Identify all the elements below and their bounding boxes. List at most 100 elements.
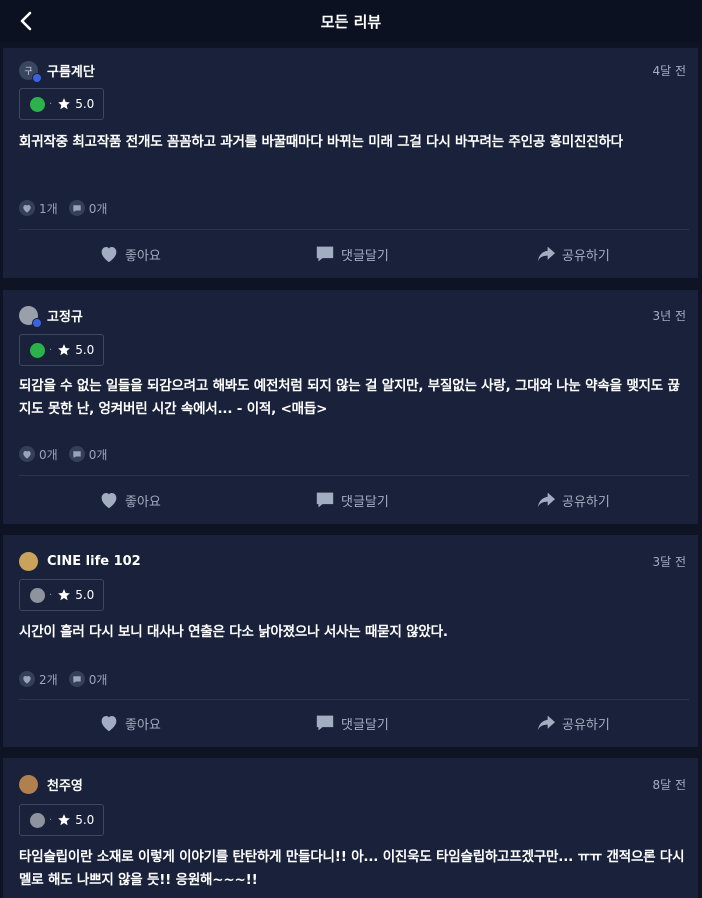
timestamp: 3달 전 bbox=[652, 554, 686, 569]
divider bbox=[19, 229, 689, 230]
like-count-label: 0개 bbox=[39, 447, 58, 462]
share-arrow-icon bbox=[537, 246, 555, 262]
heart-icon bbox=[19, 446, 35, 462]
like-button-label: 좋아요 bbox=[125, 717, 161, 733]
share-button-label: 공유하기 bbox=[562, 494, 610, 510]
review-text: 시간이 흘러 다시 보니 대사나 연출은 다소 낡아졌으나 서사는 때묻지 않았… bbox=[19, 624, 448, 640]
rating-badge: · 5.0 bbox=[19, 579, 105, 611]
star-icon bbox=[58, 98, 71, 110]
separator-dot: · bbox=[49, 589, 53, 601]
rating-status-dot-icon bbox=[30, 812, 45, 828]
rating-badge: · 5.0 bbox=[19, 334, 105, 366]
share-arrow-icon bbox=[537, 715, 555, 731]
rating-score: 5.0 bbox=[75, 813, 95, 827]
separator-dot: · bbox=[49, 344, 53, 356]
comment-count-label: 0개 bbox=[88, 201, 108, 216]
avatar[interactable]: 구 bbox=[19, 60, 42, 83]
action-bar: 좋아요 댓글달기 공유하기 bbox=[3, 239, 698, 269]
username[interactable]: 구름계단 bbox=[47, 61, 95, 80]
chevron-left-icon bbox=[20, 11, 32, 31]
review-card: 구 구름계단 4달 전 · 5.0 회귀작중 최고작품 전개도 꼼꼼하고 과거를… bbox=[3, 48, 698, 278]
like-button[interactable]: 좋아요 bbox=[99, 708, 161, 738]
timestamp: 8달 전 bbox=[652, 777, 686, 792]
rating-status-dot-icon bbox=[30, 587, 45, 603]
like-count: 1개 bbox=[19, 200, 58, 217]
username[interactable]: CINE life 102 bbox=[47, 554, 141, 569]
action-bar: 좋아요 댓글달기 공유하기 bbox=[3, 708, 698, 738]
separator-dot: · bbox=[49, 98, 53, 110]
review-card: 고정규 3년 전 · 5.0 되감을 수 없는 일들을 되감으려고 해봐도 예전… bbox=[3, 290, 698, 524]
page-title: 모든 리뷰 bbox=[320, 12, 382, 31]
review-stats: 1개 0개 bbox=[19, 200, 118, 216]
review-text: 타임슬립이란 소재로 이렇게 이야기를 탄탄하게 만들다니!! 아... 이진욱… bbox=[19, 849, 685, 888]
heart-icon bbox=[19, 200, 35, 216]
back-button[interactable] bbox=[14, 8, 38, 34]
share-button-label: 공유하기 bbox=[562, 248, 610, 264]
verified-badge-icon bbox=[32, 317, 42, 328]
username[interactable]: 고정규 bbox=[47, 306, 83, 325]
like-button[interactable]: 좋아요 bbox=[99, 239, 161, 269]
avatar[interactable] bbox=[19, 551, 38, 571]
divider bbox=[19, 699, 689, 700]
comment-button-label: 댓글달기 bbox=[341, 494, 389, 510]
share-arrow-icon bbox=[537, 492, 555, 508]
action-bar: 좋아요 댓글달기 공유하기 bbox=[3, 485, 698, 515]
avatar-initial: 구 bbox=[24, 66, 33, 77]
review-card: 천주영 8달 전 · 5.0 타임슬립이란 소재로 이렇게 이야기를 탄탄하게 … bbox=[3, 758, 698, 898]
share-button[interactable]: 공유하기 bbox=[536, 485, 610, 515]
avatar[interactable] bbox=[19, 305, 42, 328]
like-count-label: 2개 bbox=[39, 672, 58, 687]
comment-count: 0개 bbox=[68, 200, 108, 217]
comment-icon bbox=[68, 446, 85, 462]
comment-count: 0개 bbox=[68, 671, 108, 688]
review-stats: 0개 0개 bbox=[19, 446, 118, 462]
comment-button-label: 댓글달기 bbox=[341, 248, 389, 264]
rating-badge: · 5.0 bbox=[19, 88, 105, 120]
rating-score: 5.0 bbox=[75, 97, 95, 111]
like-button-label: 좋아요 bbox=[125, 248, 161, 264]
star-icon bbox=[58, 589, 71, 601]
review-text: 되감을 수 없는 일들을 되감으려고 해봐도 예전처럼 되지 않는 걸 알지만,… bbox=[19, 378, 680, 417]
top-bar: 모든 리뷰 bbox=[0, 0, 702, 42]
comment-count: 0개 bbox=[68, 446, 108, 463]
avatar[interactable] bbox=[19, 774, 38, 794]
star-icon bbox=[58, 344, 71, 356]
review-text: 회귀작중 최고작품 전개도 꼼꼼하고 과거를 바꿀때마다 바뀌는 미래 그걸 다… bbox=[19, 134, 623, 150]
review-stats: 2개 0개 bbox=[19, 671, 118, 687]
like-count: 0개 bbox=[19, 446, 58, 463]
like-count: 2개 bbox=[19, 671, 58, 688]
comment-icon bbox=[68, 200, 85, 216]
comment-button[interactable]: 댓글달기 bbox=[315, 708, 389, 738]
comment-button-label: 댓글달기 bbox=[341, 717, 389, 733]
star-icon bbox=[58, 814, 71, 826]
speech-bubble-icon bbox=[316, 246, 334, 262]
heart-icon bbox=[101, 247, 117, 263]
review-card: CINE life 102 3달 전 · 5.0 시간이 흘러 다시 보니 대사… bbox=[3, 535, 698, 747]
timestamp: 4달 전 bbox=[652, 63, 686, 78]
rating-status-dot-icon bbox=[30, 342, 45, 358]
share-button[interactable]: 공유하기 bbox=[536, 239, 610, 269]
speech-bubble-icon bbox=[316, 492, 334, 508]
share-button[interactable]: 공유하기 bbox=[536, 708, 610, 738]
like-button-label: 좋아요 bbox=[125, 494, 161, 510]
verified-badge-icon bbox=[32, 72, 42, 83]
heart-icon bbox=[101, 493, 117, 509]
comment-icon bbox=[68, 671, 85, 687]
like-button[interactable]: 좋아요 bbox=[99, 485, 161, 515]
speech-bubble-icon bbox=[316, 715, 334, 731]
username[interactable]: 천주영 bbox=[47, 775, 83, 794]
rating-score: 5.0 bbox=[75, 588, 95, 602]
heart-icon bbox=[19, 671, 35, 687]
divider bbox=[19, 475, 689, 476]
rating-score: 5.0 bbox=[75, 343, 95, 357]
comment-count-label: 0개 bbox=[88, 447, 108, 462]
rating-badge: · 5.0 bbox=[19, 804, 105, 836]
comment-count-label: 0개 bbox=[88, 672, 108, 687]
rating-status-dot-icon bbox=[30, 96, 45, 112]
comment-button[interactable]: 댓글달기 bbox=[315, 485, 389, 515]
share-button-label: 공유하기 bbox=[562, 717, 610, 733]
like-count-label: 1개 bbox=[39, 201, 58, 216]
separator-dot: · bbox=[49, 814, 53, 826]
heart-icon bbox=[101, 716, 117, 732]
comment-button[interactable]: 댓글달기 bbox=[315, 239, 389, 269]
